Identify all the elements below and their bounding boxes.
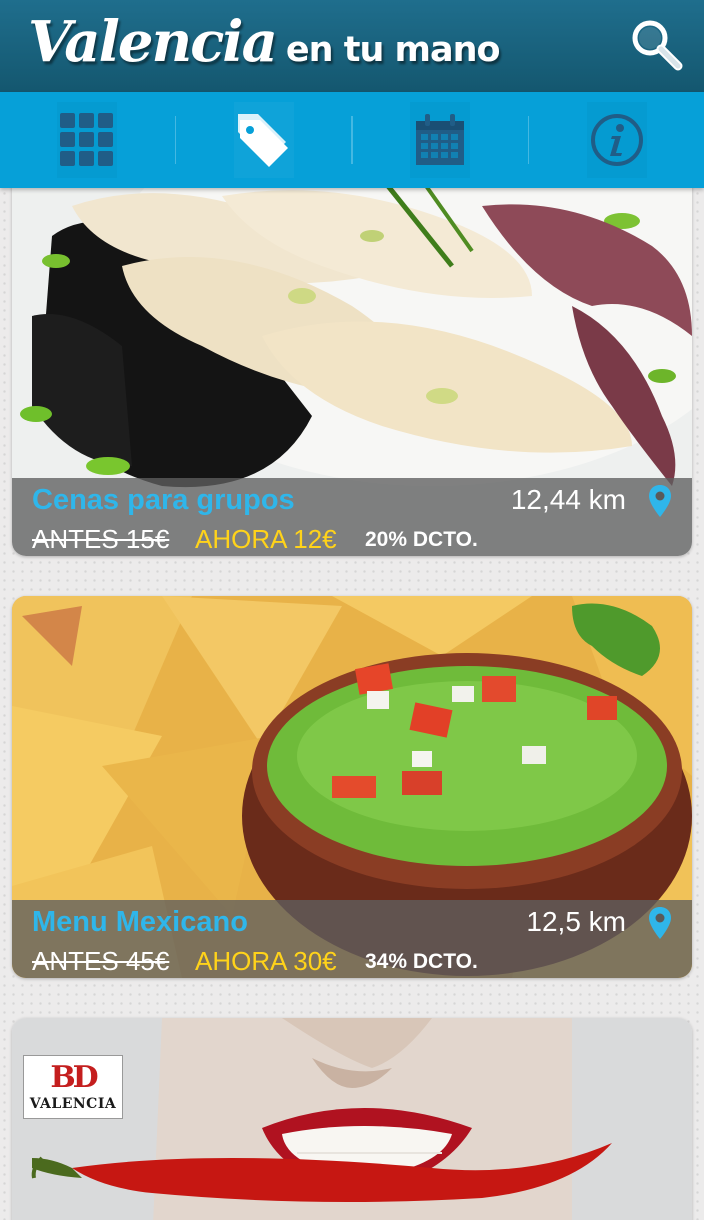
bd-valencia-logo: BD VALENCIA <box>24 1056 122 1118</box>
deal-distance: 12,5 km <box>526 906 626 937</box>
search-button[interactable] <box>624 12 690 78</box>
tab-events-icon-wrap <box>410 102 470 178</box>
tab-categories[interactable] <box>0 92 175 188</box>
tab-info[interactable] <box>529 92 704 188</box>
tab-categories-icon-wrap <box>57 102 117 178</box>
map-pin-icon[interactable] <box>648 906 672 940</box>
bd-logo-mark-text: BD <box>50 1060 98 1095</box>
app-title-main: Valencia <box>28 9 278 75</box>
deal-title[interactable]: Menu Mexicano <box>32 906 248 939</box>
price-now: AHORA 30€ <box>195 946 337 976</box>
main-tab-bar <box>0 92 704 188</box>
bd-logo-mark: BD <box>50 1060 98 1095</box>
tab-events[interactable] <box>353 92 528 188</box>
calendar-icon <box>416 114 465 165</box>
price-before: ANTES 15€ <box>32 524 170 554</box>
tab-info-icon-wrap <box>587 102 647 178</box>
discount-label: 20% DCTO. <box>365 528 478 551</box>
price-before: ANTES 45€ <box>32 946 170 976</box>
bd-logo-text: VALENCIA <box>29 1096 117 1112</box>
price-now: AHORA 12€ <box>195 524 337 554</box>
deal-title[interactable]: Cenas para grupos <box>32 484 295 517</box>
deal-info-bar: Menu Mexicano 12,5 km ANTES 45€ AHORA 30… <box>12 900 692 978</box>
deal-info-bar: Cenas para grupos 12,44 km ANTES 15€ AHO… <box>12 478 692 556</box>
grid-icon <box>60 113 114 166</box>
deal-distance: 12,44 km <box>510 484 626 515</box>
app-title: Valencia en tu mano <box>28 6 501 86</box>
info-icon <box>590 114 643 166</box>
tag-icon <box>237 114 288 167</box>
search-icon <box>632 20 683 71</box>
app-header: Valencia en tu mano <box>0 0 704 92</box>
tab-offers[interactable] <box>176 92 351 188</box>
deal-card[interactable]: Cenas para grupos 12,44 km ANTES 15€ AHO… <box>12 166 692 556</box>
deal-card[interactable]: BD VALENCIA <box>12 1018 692 1220</box>
app-title-sub: en tu mano <box>285 30 501 70</box>
map-pin-icon[interactable] <box>648 484 672 518</box>
deal-card[interactable]: Menu Mexicano 12,5 km ANTES 45€ AHORA 30… <box>12 596 692 978</box>
tab-offers-icon-wrap <box>233 102 294 178</box>
discount-label: 34% DCTO. <box>365 950 478 973</box>
deal-photo-chili <box>12 1018 692 1220</box>
